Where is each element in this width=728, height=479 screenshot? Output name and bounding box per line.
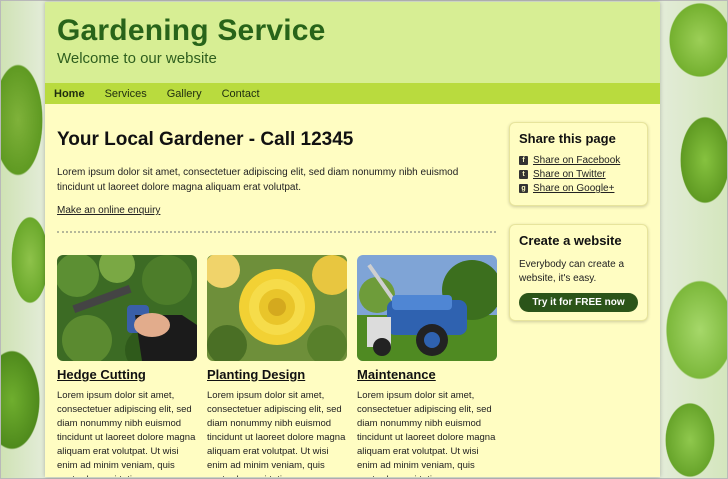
page-container: Gardening Service Welcome to our website… xyxy=(45,2,660,477)
nav-item-services[interactable]: Services xyxy=(105,88,147,100)
service-card-maintenance: Maintenance Lorem ipsum dolor sit amet, … xyxy=(357,255,497,477)
page-heading: Your Local Gardener - Call 12345 xyxy=(57,129,354,150)
share-twitter-link[interactable]: t Share on Twitter xyxy=(519,169,638,180)
share-list: f Share on Facebook t Share on Twitter g… xyxy=(519,155,638,194)
create-text: Everybody can create a website, it's eas… xyxy=(519,259,625,284)
nav-item-contact[interactable]: Contact xyxy=(222,88,260,100)
twitter-icon: t xyxy=(519,170,528,179)
site-header: Gardening Service Welcome to our website xyxy=(45,2,660,83)
card-title[interactable]: Hedge Cutting xyxy=(57,367,197,382)
service-cards: Hedge Cutting Lorem ipsum dolor sit amet… xyxy=(57,255,497,477)
card-text: Lorem ipsum dolor sit amet, consectetuer… xyxy=(357,390,496,477)
share-label: Share on Twitter xyxy=(533,169,606,180)
share-googleplus-link[interactable]: g Share on Google+ xyxy=(519,183,638,194)
hedge-cutting-image[interactable] xyxy=(57,255,197,361)
card-title[interactable]: Planting Design xyxy=(207,367,347,382)
main-nav: Home Services Gallery Contact xyxy=(45,83,660,104)
enquiry-link[interactable]: Make an online enquiry xyxy=(57,205,160,216)
googleplus-icon: g xyxy=(519,184,528,193)
maintenance-image[interactable] xyxy=(357,255,497,361)
share-heading: Share this page xyxy=(519,131,616,146)
site-title: Gardening Service xyxy=(57,14,326,47)
try-free-button[interactable]: Try it for FREE now xyxy=(519,293,638,312)
service-card-hedge: Hedge Cutting Lorem ipsum dolor sit amet… xyxy=(57,255,197,477)
create-website-box: Create a website Everybody can create a … xyxy=(509,224,648,321)
nav-item-home[interactable]: Home xyxy=(54,88,85,100)
share-label: Share on Facebook xyxy=(533,155,621,166)
create-heading: Create a website xyxy=(519,233,622,248)
share-label: Share on Google+ xyxy=(533,183,615,194)
share-box: Share this page f Share on Facebook t Sh… xyxy=(509,122,648,206)
main-column: Your Local Gardener - Call 12345 Lorem i… xyxy=(57,104,497,477)
card-text: Lorem ipsum dolor sit amet, consectetuer… xyxy=(207,390,346,477)
share-facebook-link[interactable]: f Share on Facebook xyxy=(519,155,638,166)
card-text: Lorem ipsum dolor sit amet, consectetuer… xyxy=(57,390,196,477)
facebook-icon: f xyxy=(519,156,528,165)
nav-item-gallery[interactable]: Gallery xyxy=(167,88,202,100)
card-title[interactable]: Maintenance xyxy=(357,367,497,382)
service-card-planting: Planting Design Lorem ipsum dolor sit am… xyxy=(207,255,347,477)
intro-text: Lorem ipsum dolor sit amet, consectetuer… xyxy=(57,167,459,193)
dotted-divider xyxy=(57,231,496,233)
planting-design-image[interactable] xyxy=(207,255,347,361)
sidebar: Share this page f Share on Facebook t Sh… xyxy=(509,122,648,321)
site-tagline: Welcome to our website xyxy=(57,50,217,67)
